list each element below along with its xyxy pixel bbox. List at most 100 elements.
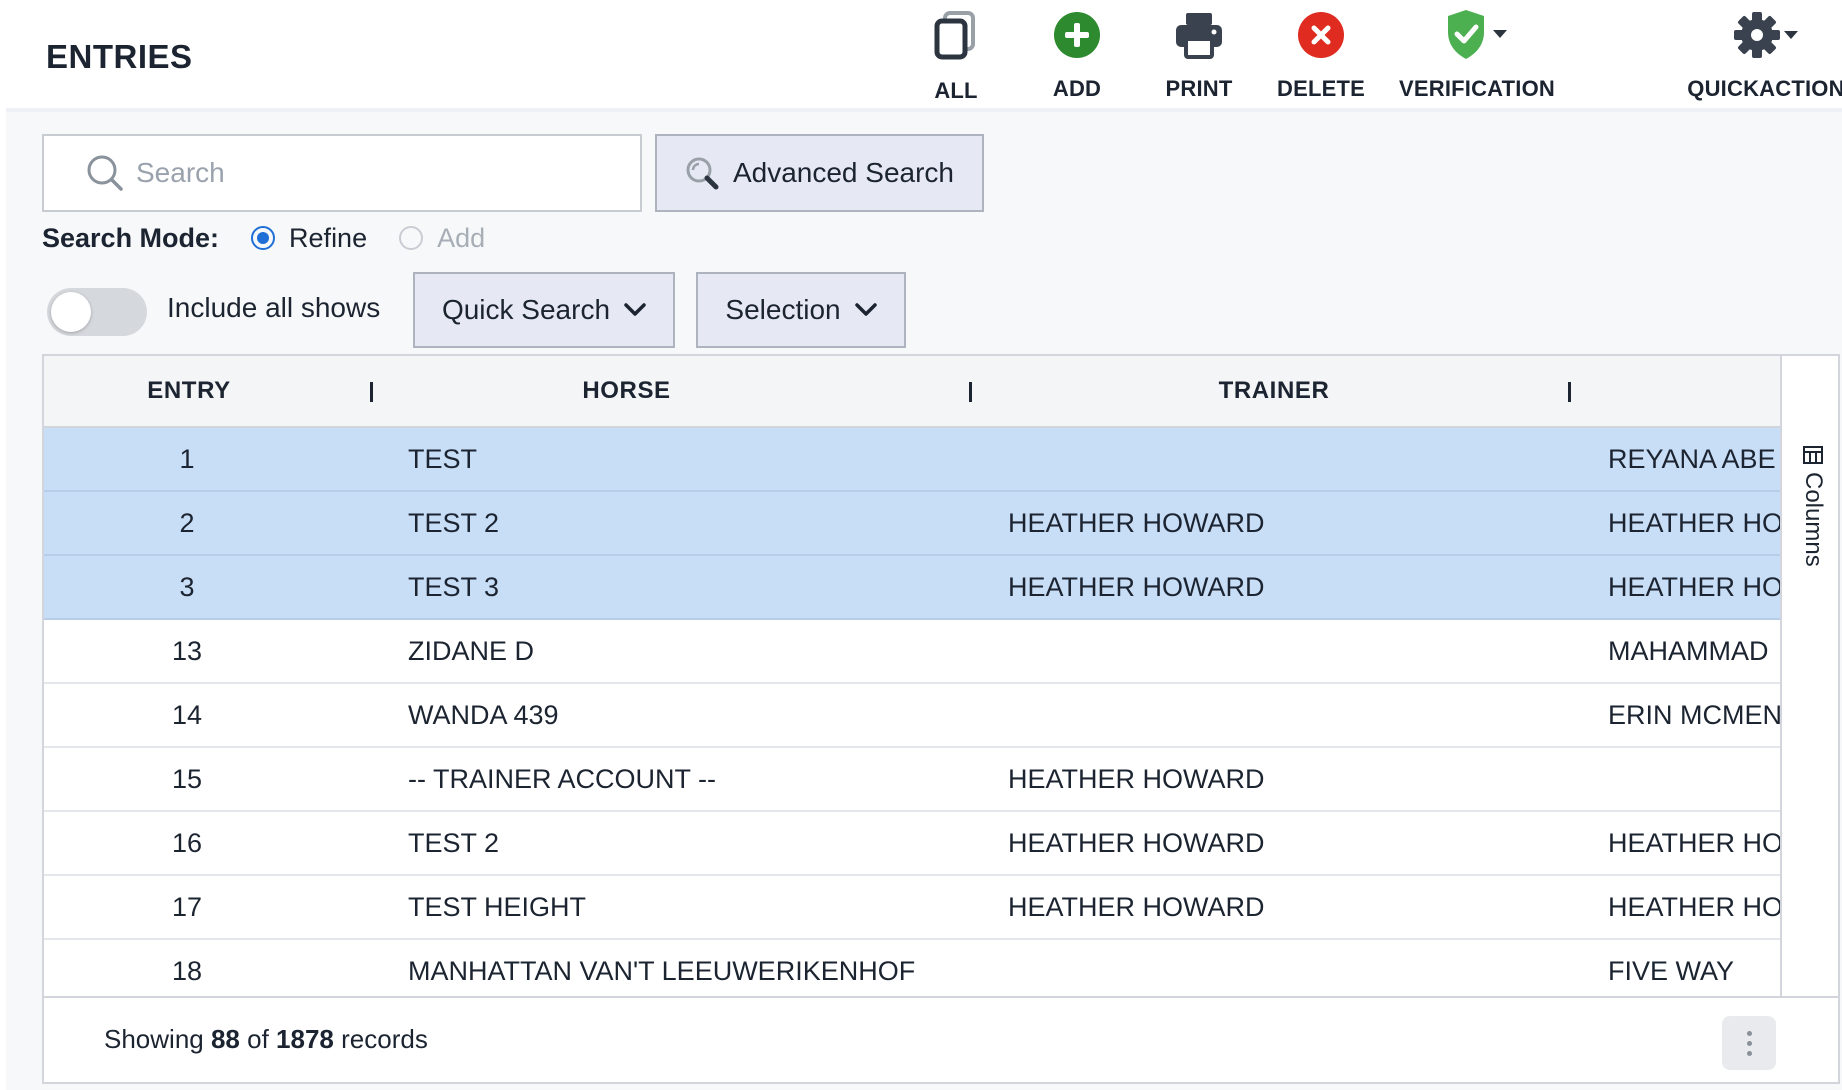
owner-cell: [1608, 748, 1780, 810]
column-resize-handle[interactable]: [1568, 382, 1571, 402]
columns-icon: [1803, 446, 1823, 464]
table-row[interactable]: 15 -- TRAINER ACCOUNT -- HEATHER HOWARD: [44, 748, 1780, 812]
all-button[interactable]: ALL: [926, 8, 986, 104]
toggle-knob: [51, 292, 91, 332]
verification-button[interactable]: VERIFICATION: [1392, 8, 1562, 104]
all-button-label: ALL: [934, 78, 978, 103]
column-header-horse[interactable]: HORSE: [374, 356, 879, 426]
owner-cell: HEATHER HO: [1608, 891, 1780, 922]
kebab-dot: [1746, 1050, 1752, 1056]
quick-search-dropdown[interactable]: Quick Search: [413, 272, 675, 348]
entry-cell: 17: [171, 891, 203, 922]
table-row[interactable]: 14 WANDA 439 ERIN MCMEN: [44, 684, 1780, 748]
printer-icon: [1172, 8, 1226, 62]
column-resize-handle[interactable]: [969, 382, 972, 402]
table-row[interactable]: 1 TEST REYANA ABE: [44, 428, 1780, 492]
trainer-cell: [1008, 620, 1568, 682]
page-title: ENTRIES: [46, 38, 193, 75]
column-header-entry[interactable]: ENTRY: [44, 356, 374, 426]
owner-cell: MAHAMMAD: [1608, 635, 1769, 666]
search-box[interactable]: [42, 134, 642, 212]
shield-check-icon: [1442, 8, 1512, 62]
owner-cell: ERIN MCMEN: [1608, 699, 1780, 730]
column-header-trainer[interactable]: TRAINER: [974, 356, 1574, 426]
refine-radio-label[interactable]: Refine: [289, 223, 367, 254]
owner-cell: HEATHER HO: [1608, 827, 1780, 858]
add-button-label: ADD: [1052, 76, 1102, 101]
add-button[interactable]: ADD: [1047, 8, 1107, 104]
entry-cell: 3: [179, 571, 195, 602]
chevron-down-icon: [624, 303, 646, 316]
search-icon: [87, 155, 123, 191]
horse-cell: TEST 2: [408, 827, 500, 858]
entry-cell: 16: [171, 827, 203, 858]
search-mode-label: Search Mode:: [42, 222, 220, 253]
shown-count: 88: [210, 1024, 240, 1054]
selection-label: Selection: [725, 294, 841, 325]
grid-footer: Showing 88 of 1878 records: [44, 996, 1838, 1082]
trainer-cell: [1008, 428, 1568, 490]
entry-cell: 15: [171, 763, 203, 794]
print-button-label: PRINT: [1165, 76, 1233, 101]
advanced-search-label: Advanced Search: [732, 157, 955, 188]
record-count: Showing 88 of 1878 records: [104, 1024, 428, 1054]
quickaction-button[interactable]: QUICKACTION: [1684, 8, 1842, 104]
grid-header: ENTRY HORSE TRAINER: [44, 356, 1780, 428]
horse-cell: TEST HEIGHT: [408, 891, 587, 922]
total-count: 1878: [276, 1024, 334, 1054]
horse-cell: WANDA 439: [408, 699, 559, 730]
table-row[interactable]: 13 ZIDANE D MAHAMMAD: [44, 620, 1780, 684]
verification-button-label: VERIFICATION: [1399, 76, 1555, 101]
add-radio-label[interactable]: Add: [437, 223, 485, 254]
entries-page: ENTRIES ALL ADD PRINT DELETE VERIFICATIO…: [0, 0, 1842, 1090]
horse-cell: TEST 2: [408, 507, 500, 538]
entries-grid: ENTRY HORSE TRAINER 1 TEST REYANA ABE 2 TEST…: [42, 354, 1840, 1084]
horse-cell: -- TRAINER ACCOUNT --: [408, 763, 717, 794]
entry-cell: 13: [171, 635, 203, 666]
advanced-search-button[interactable]: Advanced Search: [655, 134, 984, 212]
search-mode-row: Search Mode: Refine Add: [42, 218, 485, 258]
horse-cell: TEST 3: [408, 571, 500, 602]
quickaction-button-label: QUICKACTION: [1687, 76, 1842, 101]
delete-button[interactable]: DELETE: [1271, 8, 1371, 104]
include-all-shows-label: Include all shows: [167, 292, 381, 323]
x-circle-icon: [1294, 8, 1348, 62]
entry-cell: 2: [179, 507, 195, 538]
grid-body: 1 TEST REYANA ABE 2 TEST 2 HEATHER HOWARD HEAT…: [44, 428, 1780, 996]
trainer-cell: HEATHER HOWARD: [1008, 507, 1265, 538]
selection-dropdown[interactable]: Selection: [696, 272, 906, 348]
table-row[interactable]: 16 TEST 2 HEATHER HOWARD HEATHER HO: [44, 812, 1780, 876]
trainer-cell: [1008, 684, 1568, 746]
entry-cell: 14: [171, 699, 203, 730]
advanced-search-icon: [686, 157, 719, 190]
horse-cell: MANHATTAN VAN'T LEEUWERIKENHOF: [408, 955, 916, 986]
copy-icon: [929, 8, 983, 62]
column-resize-handle[interactable]: [370, 382, 373, 402]
owner-cell: HEATHER HO: [1608, 507, 1780, 538]
page-header: ENTRIES ALL ADD PRINT DELETE VERIFICATIO…: [6, 0, 1842, 110]
plus-circle-icon: [1050, 8, 1104, 62]
table-row[interactable]: 17 TEST HEIGHT HEATHER HOWARD HEATHER HO: [44, 876, 1780, 940]
delete-button-label: DELETE: [1277, 76, 1365, 101]
trainer-cell: HEATHER HOWARD: [1008, 891, 1265, 922]
chevron-down-icon: [854, 303, 877, 316]
quick-search-label: Quick Search: [441, 294, 611, 325]
print-button[interactable]: PRINT: [1154, 8, 1244, 104]
owner-cell: FIVE WAY: [1608, 955, 1735, 986]
columns-panel-label: Columns: [1800, 472, 1827, 567]
columns-panel-button[interactable]: Columns: [1780, 356, 1838, 996]
table-row[interactable]: 18 MANHATTAN VAN'T LEEUWERIKENHOF FIVE WAY: [44, 940, 1780, 996]
table-row[interactable]: 3 TEST 3 HEATHER HOWARD HEATHER HO: [44, 556, 1780, 620]
entry-cell: 18: [171, 955, 203, 986]
more-options-button[interactable]: [1722, 1016, 1776, 1070]
include-all-shows-toggle[interactable]: [47, 288, 147, 336]
trainer-cell: HEATHER HOWARD: [1008, 571, 1265, 602]
refine-radio[interactable]: [251, 226, 276, 250]
kebab-dot: [1746, 1030, 1752, 1036]
search-input[interactable]: [136, 157, 616, 189]
table-row[interactable]: 2 TEST 2 HEATHER HOWARD HEATHER HO: [44, 492, 1780, 556]
entry-cell: 1: [179, 443, 195, 474]
add-radio[interactable]: [399, 226, 424, 250]
kebab-dot: [1746, 1040, 1752, 1046]
horse-cell: TEST: [408, 443, 478, 474]
